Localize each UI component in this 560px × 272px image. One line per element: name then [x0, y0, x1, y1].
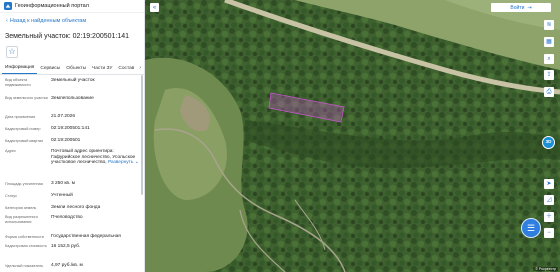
- back-link-label: Назад к найденным объектам: [9, 18, 87, 24]
- property-row: Вид объекта недвижимости Земельный участ…: [0, 76, 140, 94]
- tab-bar: Информация Сервисы Объекты Части ЗУ Сост…: [0, 63, 144, 75]
- properties-list: Вид объекта недвижимости Земельный участ…: [0, 76, 140, 272]
- share-button[interactable]: ⇪: [544, 70, 554, 80]
- locate-button[interactable]: ➤: [544, 179, 554, 189]
- 3d-view-button[interactable]: 3D: [542, 136, 555, 149]
- property-label: Кадастровый квартал: [5, 138, 44, 143]
- map-copyright: © Росреестр: [533, 267, 558, 271]
- expand-link[interactable]: Развернуть: [108, 160, 133, 165]
- property-label: Категория земель: [5, 205, 37, 210]
- property-row: Дата присвоения 21.07.2026: [0, 111, 140, 123]
- tab-parts[interactable]: Части ЗУ: [89, 66, 115, 74]
- zoom-out-icon: −: [547, 230, 551, 236]
- zoom-in-button[interactable]: ＋: [544, 212, 554, 222]
- tabs-scroll-right-icon[interactable]: ›: [139, 65, 141, 71]
- chevron-left-icon: «: [152, 4, 157, 11]
- property-label: Дата присвоения: [5, 114, 36, 119]
- grid-icon: ▦: [546, 39, 552, 45]
- search-icon: ⌕: [547, 56, 551, 62]
- property-value: 4,97 руб./кв. м: [51, 263, 83, 269]
- property-value: Земли лесного фонда: [51, 205, 101, 211]
- zoom-out-button[interactable]: −: [544, 228, 554, 238]
- 3d-icon: 3D: [542, 136, 555, 149]
- object-title: Земельный участок: 02:19:200501:141: [5, 33, 130, 40]
- property-value: 21.07.2026: [51, 114, 76, 120]
- grid-button[interactable]: ▦: [544, 37, 554, 47]
- login-icon: ⇥: [527, 4, 532, 11]
- property-value: Пчеловодство: [51, 215, 83, 220]
- property-row: Кадастровая стоимость 16 152,5 руб.: [0, 243, 140, 260]
- property-label: Кадастровый номер: [5, 126, 41, 131]
- tab-objects[interactable]: Объекты: [63, 66, 89, 74]
- property-label: Вид земельного участка: [5, 96, 48, 100]
- property-value: Земельный участок: [51, 78, 95, 83]
- property-label: Статус: [5, 193, 18, 198]
- property-value: 3 250 кв. м: [51, 181, 75, 187]
- property-row: Площадь уточненная 3 250 кв. м: [0, 178, 140, 190]
- property-row: Вид земельного участка Землепользование: [0, 94, 140, 111]
- chevron-down-icon: ⌄: [133, 160, 139, 165]
- measure-button[interactable]: ◿: [544, 195, 554, 205]
- tab-information[interactable]: Информация: [2, 65, 38, 74]
- satellite-map-image: [145, 0, 560, 272]
- chat-button[interactable]: ☰: [521, 218, 541, 238]
- collapse-panel-button[interactable]: «: [150, 3, 159, 12]
- property-value: Государственная федеральная: [51, 234, 121, 240]
- measure-icon: ◿: [546, 197, 552, 203]
- chat-icon: ☰: [526, 222, 536, 233]
- property-row: Адрес Почтовый адрес ориентира: Гафурийс…: [0, 147, 140, 178]
- layers-icon: ≋: [546, 22, 552, 28]
- zoom-in-icon: ＋: [545, 214, 552, 220]
- layers-button[interactable]: ≋: [544, 20, 554, 30]
- info-panel: Геоинформационный портал ‹ Назад к найде…: [0, 0, 145, 272]
- login-button[interactable]: Войти ⇥: [491, 3, 551, 12]
- portal-logo-icon: [4, 2, 12, 10]
- locate-icon: ➤: [546, 181, 552, 187]
- property-label: Форма собственности: [5, 234, 44, 239]
- portal-header: Геоинформационный портал: [0, 0, 144, 13]
- map-view[interactable]: « Войти ⇥ ≋ ▦ ⌕ ⇪ ⎙ 3D ➤ ◿ ＋ − ☰ © Росре…: [145, 0, 560, 272]
- property-value: Землепользование: [51, 96, 94, 101]
- tab-services[interactable]: Сервисы: [37, 66, 63, 74]
- property-row: Кадастровый квартал 02:19:200501: [0, 135, 140, 147]
- favorite-star-icon[interactable]: ☆: [6, 46, 18, 58]
- print-button[interactable]: ⎙: [544, 87, 554, 97]
- property-row: Форма собственности Государственная феде…: [0, 231, 140, 243]
- property-value: 16 152,5 руб.: [51, 244, 81, 249]
- property-value: 02:19:200501: [51, 138, 81, 144]
- property-row: Статус Учтенный: [0, 190, 140, 202]
- back-link[interactable]: ‹ Назад к найденным объектам: [6, 18, 144, 24]
- chevron-left-icon: ‹: [6, 18, 8, 24]
- property-value: 02:19:200501:141: [51, 126, 90, 132]
- login-label: Войти: [510, 4, 525, 11]
- property-label: Удельный показатель: [5, 263, 44, 268]
- property-label: Кадастровая стоимость: [5, 244, 47, 248]
- property-label: Вид объекта недвижимости: [5, 78, 31, 87]
- panel-scrollbar[interactable]: [141, 75, 143, 195]
- property-label: Адрес: [5, 149, 16, 153]
- print-icon: ⎙: [546, 89, 552, 95]
- property-value: Учтенный: [51, 193, 73, 199]
- property-value: Почтовый адрес ориентира: Гафурийское ле…: [51, 149, 140, 166]
- property-row: Кадастровый номер 02:19:200501:141: [0, 123, 140, 135]
- property-row: Категория земель Земли лесного фонда: [0, 202, 140, 214]
- property-row: Удельный показатель 4,97 руб./кв. м: [0, 260, 140, 272]
- portal-title: Геоинформационный портал: [15, 3, 89, 9]
- search-button[interactable]: ⌕: [544, 54, 554, 64]
- tab-composition[interactable]: Состав: [115, 66, 137, 74]
- property-label: Площадь уточненная: [5, 181, 43, 186]
- property-row: Вид разрешенного использования Пчеловодс…: [0, 214, 140, 231]
- share-icon: ⇪: [546, 72, 552, 78]
- property-label: Вид разрешенного использования: [5, 215, 38, 224]
